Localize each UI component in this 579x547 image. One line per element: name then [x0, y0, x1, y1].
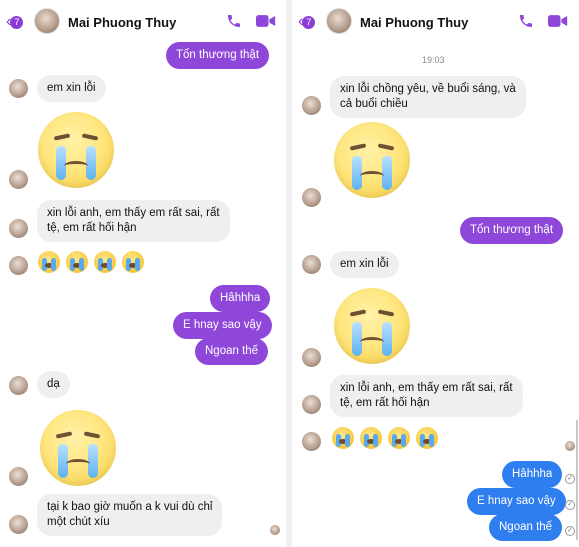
loudly-crying-face-emoji [38, 251, 60, 273]
outgoing-message[interactable]: E hnay sao vậy [467, 488, 566, 515]
contact-name[interactable]: Mai Phuong Thuy [360, 15, 468, 30]
contact-name[interactable]: Mai Phuong Thuy [68, 15, 176, 30]
emoji-reaction-row[interactable] [38, 251, 144, 273]
contact-avatar[interactable] [34, 8, 60, 34]
sender-avatar [9, 515, 28, 534]
sender-avatar [302, 348, 321, 367]
message-timestamp: 19:03 [422, 55, 445, 65]
chat-panel-right: ‹ 7 Mai Phuong Thuy 19:03 xin lỗi chồng … [292, 0, 579, 547]
chat-panel-left: ‹ 7 Mai Phuong Thuy Tổn thương thật em x… [0, 0, 286, 547]
screenshot-collage: ‹ 7 Mai Phuong Thuy Tổn thương thật em x… [0, 0, 579, 547]
video-camera-icon[interactable] [256, 14, 276, 28]
unread-count-badge: 7 [10, 15, 24, 29]
sender-avatar [302, 188, 321, 207]
chat-header: ‹ 7 Mai Phuong Thuy [292, 0, 579, 44]
chat-header: ‹ 7 Mai Phuong Thuy [0, 0, 286, 44]
message-line: xin lỗi anh, em thấy em rất sai, rất [47, 207, 220, 219]
check-circle-icon: ✓ [565, 526, 575, 536]
message-line: tệ, em rất hối hận [340, 397, 430, 409]
loudly-crying-face-emoji [360, 427, 382, 449]
incoming-message[interactable]: tại k bao giờ muốn a k vui dù chỉ một ch… [37, 494, 223, 536]
incoming-message[interactable]: xin lỗi anh, em thấy em rất sai, rất tệ,… [330, 375, 523, 417]
loudly-crying-face-emoji [332, 427, 354, 449]
read-receipt-avatar [270, 525, 280, 535]
outgoing-message[interactable]: E hnay sao vậy [173, 312, 272, 339]
emoji-reaction-row[interactable] [332, 427, 438, 449]
phone-icon[interactable] [518, 13, 534, 29]
outgoing-message[interactable]: Ngoan thế [489, 514, 563, 541]
check-circle-icon: ✓ [565, 500, 575, 510]
loudly-crying-face-emoji [94, 251, 116, 273]
sender-avatar [9, 467, 28, 486]
outgoing-message[interactable]: Hâhhha [210, 285, 271, 312]
sender-avatar [9, 256, 28, 275]
sender-avatar [9, 219, 28, 238]
crying-face-sticker[interactable] [40, 410, 116, 486]
message-line: xin lỗi chồng yêu, về buổi sáng, và [340, 83, 516, 95]
sender-avatar [9, 170, 28, 189]
sender-avatar [302, 96, 321, 115]
message-line: cả buổi chiều [340, 98, 408, 110]
read-receipt-avatar [565, 441, 575, 451]
incoming-message[interactable]: xin lỗi anh, em thấy em rất sai, rất tệ,… [37, 200, 230, 242]
sender-avatar [302, 255, 321, 274]
contact-avatar[interactable] [326, 8, 352, 34]
message-line: tệ, em rất hối hận [47, 222, 137, 234]
incoming-message[interactable]: xin lỗi chồng yêu, về buổi sáng, và cả b… [330, 76, 526, 118]
crying-face-sticker[interactable] [334, 122, 410, 198]
message-line: một chút xíu [47, 516, 110, 528]
video-camera-icon[interactable] [548, 14, 568, 28]
crying-face-sticker[interactable] [334, 288, 410, 364]
sender-avatar [9, 79, 28, 98]
loudly-crying-face-emoji [122, 251, 144, 273]
incoming-message[interactable]: em xin lỗi [330, 251, 399, 278]
unread-count-badge: 7 [302, 15, 316, 29]
outgoing-message[interactable]: Tổn thương thật [166, 42, 270, 69]
loudly-crying-face-emoji [66, 251, 88, 273]
incoming-message[interactable]: em xin lỗi [37, 75, 106, 102]
message-line: tại k bao giờ muốn a k vui dù chỉ [47, 501, 213, 513]
outgoing-message[interactable]: Ngoan thế [195, 338, 269, 365]
phone-icon[interactable] [226, 13, 242, 29]
back-button[interactable]: ‹ 7 [298, 14, 316, 30]
loudly-crying-face-emoji [416, 427, 438, 449]
scrollbar[interactable] [576, 420, 578, 540]
incoming-message[interactable]: dạ [37, 371, 70, 398]
sender-avatar [302, 432, 321, 451]
sender-avatar [9, 376, 28, 395]
message-line: xin lỗi anh, em thấy em rất sai, rất [340, 382, 513, 394]
outgoing-message[interactable]: Hâhhha [502, 461, 563, 488]
crying-face-sticker[interactable] [38, 112, 114, 188]
loudly-crying-face-emoji [388, 427, 410, 449]
outgoing-message[interactable]: Tổn thương thật [460, 217, 564, 244]
back-button[interactable]: ‹ 7 [6, 14, 24, 30]
check-circle-icon: ✓ [565, 474, 575, 484]
sender-avatar [302, 395, 321, 414]
